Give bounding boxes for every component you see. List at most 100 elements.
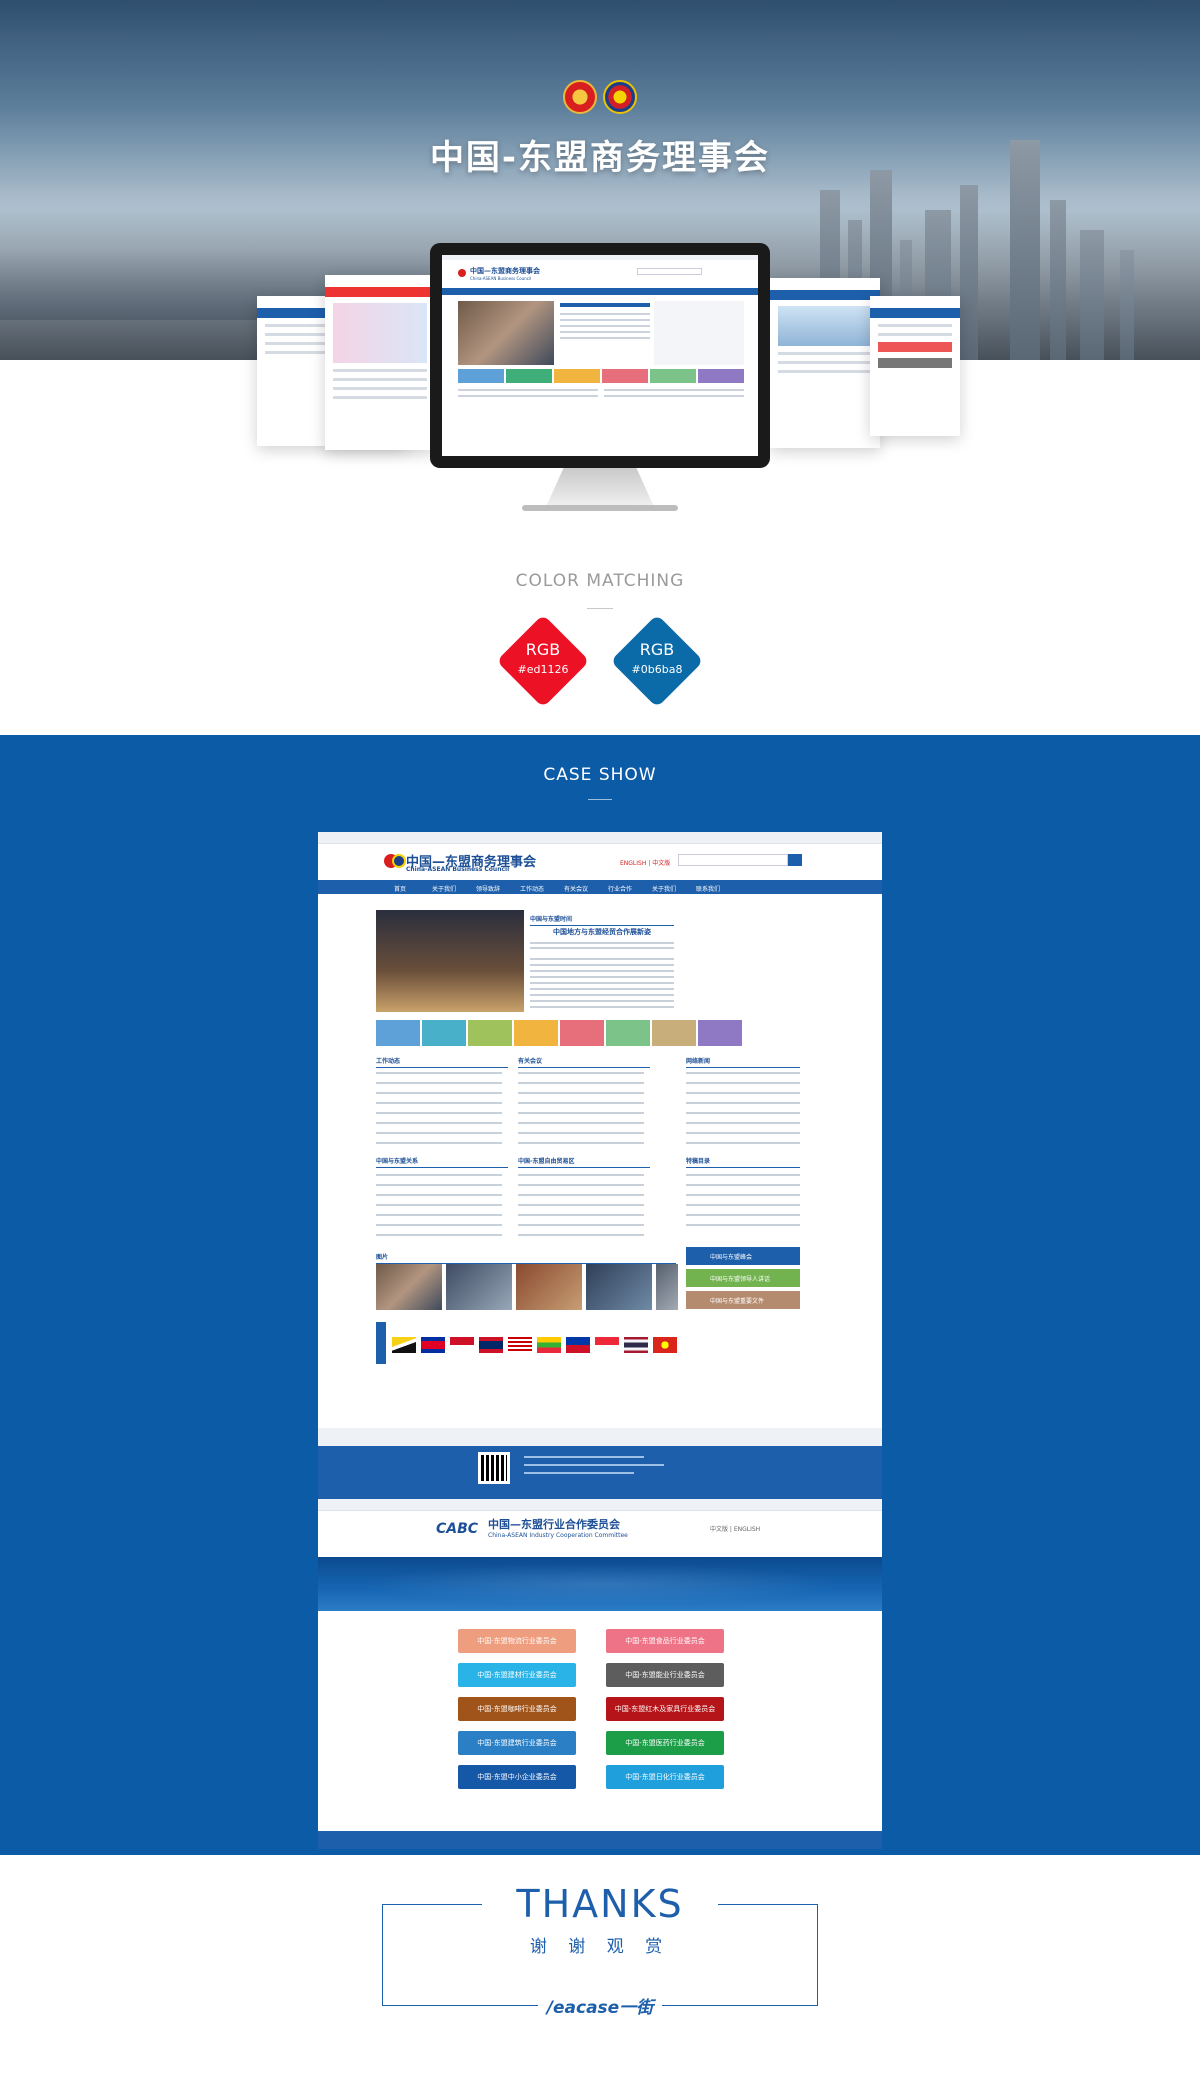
tile[interactable] (560, 1020, 604, 1046)
committee-button[interactable]: 中国-东盟红木及家具行业委员会 (606, 1697, 724, 1721)
vietnam-flag-icon[interactable] (653, 1337, 677, 1353)
site-logo-title: 中国—东盟行业合作委员会 (488, 1518, 620, 1531)
committee-button[interactable]: 中国-东盟食品行业委员会 (606, 1629, 724, 1653)
site-logo-subtitle: China-ASEAN Business Council (406, 866, 510, 873)
gallery-photo[interactable] (586, 1264, 652, 1310)
tile[interactable] (698, 1020, 742, 1046)
skyline-tower (1120, 250, 1134, 360)
nav-item[interactable]: 工作动态 (510, 880, 554, 894)
cambodia-flag-icon[interactable] (421, 1337, 445, 1353)
tile[interactable] (606, 1020, 650, 1046)
headline[interactable]: 中国地方与东盟经贸合作展新姿 (530, 927, 674, 937)
title-divider (587, 608, 613, 609)
tab-title[interactable]: 中国与东盟时间 (530, 912, 674, 926)
committee-button[interactable]: 中国-东盟建筑行业委员会 (458, 1731, 576, 1755)
language-switch[interactable]: 中文版 | ENGLISH (710, 1524, 760, 1533)
side-button[interactable]: 中国与东盟重要文件 (686, 1291, 800, 1309)
malaysia-flag-icon[interactable] (508, 1337, 532, 1353)
site-footer (318, 1831, 882, 1849)
site-footer (318, 1446, 882, 1499)
committee-button[interactable]: 中国-东盟物流行业委员会 (458, 1629, 576, 1653)
search-input[interactable] (678, 854, 788, 866)
qr-code-icon (478, 1452, 510, 1484)
mock-page-left-front (325, 275, 435, 450)
tile[interactable] (514, 1020, 558, 1046)
gallery-photo[interactable] (656, 1264, 678, 1310)
monitor-base (522, 505, 678, 511)
nav-item[interactable]: 关于我们 (642, 880, 686, 894)
committee-button[interactable]: 中国-东盟医药行业委员会 (606, 1731, 724, 1755)
site-nav: 首页 关于我们 领导致辞 工作动态 有关会议 行业合作 关于我们 联系我们 (318, 880, 882, 894)
thanks-subtitle: 谢 谢 观 赏 (529, 1937, 671, 1957)
news-photo (376, 910, 524, 1012)
nav-item[interactable]: 行业合作 (598, 880, 642, 894)
cabc-logo: CABC (436, 1521, 479, 1537)
section-heading: 中国与东盟关系 (376, 1154, 508, 1168)
thailand-flag-icon[interactable] (624, 1337, 648, 1353)
case-show-title: CASE SHOW (543, 765, 657, 785)
hero-title: 中国-东盟商务理事会 (429, 138, 771, 178)
tile[interactable] (652, 1020, 696, 1046)
case-website-cabc-council: 中国—东盟商务理事会 China-ASEAN Business Council … (318, 832, 882, 1499)
nav-item[interactable]: 有关会议 (554, 880, 598, 894)
nav-item[interactable]: 关于我们 (422, 880, 466, 894)
section-heading: 中国-东盟自由贸易区 (518, 1154, 650, 1168)
tile[interactable] (468, 1020, 512, 1046)
monitor-site-title: 中国—东盟商务理事会 (470, 267, 540, 275)
section-heading: 网络新闻 (686, 1054, 800, 1068)
color-swatch-blue-label: RGB #0b6ba8 (631, 640, 683, 676)
monitor-logo-icon (458, 269, 466, 277)
skyline-tower (960, 185, 978, 360)
site-top-strip (318, 1499, 882, 1511)
committee-button[interactable]: 中国-东盟中小企业委员会 (458, 1765, 576, 1789)
world-map-banner (318, 1557, 882, 1611)
monitor: 中国—东盟商务理事会 China-ASEAN Business Council (430, 243, 770, 468)
myanmar-flag-icon[interactable] (537, 1337, 561, 1353)
committee-button[interactable]: 中国-东盟咖啡行业委员会 (458, 1697, 576, 1721)
tile[interactable] (376, 1020, 420, 1046)
section-heading: 有关会议 (518, 1054, 650, 1068)
brand-logo: /eacase一街 (546, 1998, 654, 2018)
monitor-news-photo (458, 301, 554, 365)
site-footer-contact (318, 1428, 882, 1446)
laos-flag-icon[interactable] (479, 1337, 503, 1353)
color-matching-title: COLOR MATCHING (515, 571, 685, 591)
skyline-tower (1050, 200, 1066, 360)
site-top-strip (318, 832, 882, 844)
nav-item[interactable]: 首页 (378, 880, 422, 894)
language-switch[interactable]: ENGLISH | 中文版 (620, 858, 670, 867)
gallery-photo[interactable] (446, 1264, 512, 1310)
side-button[interactable]: 中国与东盟峰会 (686, 1247, 800, 1265)
brunei-flag-icon[interactable] (392, 1337, 416, 1353)
monitor-stand (545, 468, 655, 508)
gallery-photo[interactable] (516, 1264, 582, 1310)
case-website-cabc-committee: CABC 中国—东盟行业合作委员会 China-ASEAN Industry C… (318, 1499, 882, 1849)
thanks-title: THANKS (516, 1882, 684, 1926)
committee-button[interactable]: 中国-东盟建材行业委员会 (458, 1663, 576, 1687)
hero-emblems (563, 80, 637, 114)
committee-button[interactable]: 中国-东盟能业行业委员会 (606, 1663, 724, 1687)
philippines-flag-icon[interactable] (566, 1337, 590, 1353)
china-emblem-icon (563, 80, 597, 114)
indonesia-flag-icon[interactable] (450, 1337, 474, 1353)
site-logo-subtitle: China-ASEAN Industry Cooperation Committ… (488, 1532, 628, 1539)
gallery-photo[interactable] (376, 1264, 442, 1310)
section-heading: 工作动态 (376, 1054, 508, 1068)
mock-page-right-front (770, 278, 880, 448)
section-heading: 图片 (376, 1250, 676, 1264)
section-heading: 特稿目录 (686, 1154, 800, 1168)
mock-page-right-back (870, 296, 960, 436)
search-button[interactable] (788, 854, 802, 866)
nav-item[interactable]: 领导致辞 (466, 880, 510, 894)
skyline-tower (1080, 230, 1104, 360)
monitor-site-subtitle: China-ASEAN Business Council (470, 276, 532, 281)
nav-item[interactable]: 联系我们 (686, 880, 730, 894)
case-show-section: CASE SHOW 中国—东盟商务理事会 China-ASEAN Busines… (0, 735, 1200, 1855)
asean-emblem-icon (392, 854, 406, 868)
tile[interactable] (422, 1020, 466, 1046)
site-header: 中国—东盟商务理事会 China-ASEAN Business Council … (318, 844, 882, 880)
committee-button[interactable]: 中国-东盟日化行业委员会 (606, 1765, 724, 1789)
side-button[interactable]: 中国与东盟领导人讲话 (686, 1269, 800, 1287)
monitor-screen: 中国—东盟商务理事会 China-ASEAN Business Council (442, 255, 758, 456)
singapore-flag-icon[interactable] (595, 1337, 619, 1353)
